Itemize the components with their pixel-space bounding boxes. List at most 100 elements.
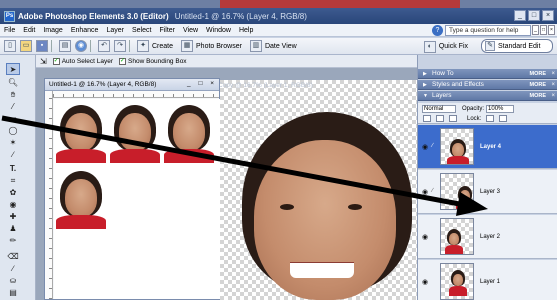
type-tool-icon[interactable]: T. <box>6 163 20 175</box>
doc-restore-button[interactable]: □ <box>540 25 547 35</box>
auto-select-layer-label: Auto Select Layer <box>61 57 114 65</box>
lock-transparency-icon[interactable] <box>486 115 495 122</box>
help-search-input[interactable]: Type a question for help <box>445 25 531 36</box>
visibility-eye-icon[interactable]: ◉ <box>422 233 428 241</box>
lasso-tool-icon[interactable]: ◯ <box>6 125 20 137</box>
portrait-copy-1[interactable] <box>56 101 106 163</box>
visibility-eye-icon[interactable]: ◉ <box>422 143 428 151</box>
layer-name[interactable]: Layer 4 <box>480 144 501 150</box>
layer-row-4[interactable]: ◉ ∕ Layer 4 <box>418 125 557 169</box>
gradient-tool-icon[interactable]: ▤ <box>6 287 20 299</box>
selection-brush-tool-icon[interactable]: ∕ <box>6 149 20 161</box>
layer-name[interactable]: Layer 2 <box>480 234 500 240</box>
show-bounding-box-checkbox[interactable]: ✓ <box>119 57 127 65</box>
portrait-copy-3[interactable] <box>164 101 214 163</box>
doc-close-button[interactable]: × <box>548 25 555 35</box>
menu-help[interactable]: Help <box>235 27 257 34</box>
expand-triangle-icon[interactable]: ▶ <box>423 71 427 77</box>
create-button[interactable]: Create <box>152 43 173 50</box>
save-icon[interactable]: ▪ <box>36 40 48 52</box>
portrait-copy-2[interactable] <box>110 101 160 163</box>
opacity-input[interactable]: 100% <box>486 104 515 113</box>
document-canvas[interactable] <box>54 99 220 299</box>
paint-bucket-tool-icon[interactable]: ⛀ <box>6 275 20 287</box>
menu-window[interactable]: Window <box>202 27 235 34</box>
new-layer-icon[interactable] <box>423 115 431 122</box>
maximize-button[interactable]: □ <box>528 10 540 21</box>
menu-image[interactable]: Image <box>39 27 66 34</box>
minimize-button[interactable]: _ <box>514 10 526 21</box>
marquee-tool-icon[interactable]: ▭ <box>6 113 20 125</box>
visibility-eye-icon[interactable]: ◉ <box>422 278 428 286</box>
how-to-more-button[interactable]: MORE <box>530 71 547 77</box>
magic-wand-tool-icon[interactable]: ✶ <box>6 137 20 149</box>
styles-effects-more-button[interactable]: MORE <box>530 82 547 88</box>
blend-mode-select[interactable]: Normal <box>422 104 456 113</box>
portrait-copy-4[interactable] <box>56 167 106 229</box>
hand-tool-icon[interactable]: ✋︎ <box>6 89 20 101</box>
zoom-tool-icon[interactable]: 🔍︎ <box>6 77 20 89</box>
pencil-tool-icon[interactable]: ✏︎ <box>6 235 20 247</box>
brush-tool-icon[interactable]: ∕ <box>6 263 20 275</box>
menu-enhance[interactable]: Enhance <box>67 27 103 34</box>
move-tool-options-icon[interactable]: ⇲ <box>40 57 47 66</box>
expand-triangle-icon[interactable]: ▶ <box>423 82 427 88</box>
photo-browser-button[interactable]: Photo Browser <box>196 43 242 50</box>
quick-fix-icon: ◐ <box>423 40 436 53</box>
auto-select-layer-checkbox[interactable]: ✓ <box>52 57 60 65</box>
layers-panel-header[interactable]: ▼ Layers MORE × <box>418 91 557 101</box>
quick-fix-button[interactable]: ◐ Quick Fix <box>423 40 472 53</box>
layer-row-3[interactable]: ◉ ∕ Layer 3 <box>418 170 557 214</box>
new-file-icon[interactable]: ▯ <box>4 40 16 52</box>
redo-icon[interactable]: ↷ <box>114 40 126 52</box>
clone-stamp-tool-icon[interactable]: ♟ <box>6 223 20 235</box>
face <box>119 113 151 151</box>
standard-edit-icon: ✎ <box>485 41 495 51</box>
close-icon[interactable]: × <box>551 93 555 99</box>
close-button[interactable]: × <box>542 10 554 21</box>
layer-name[interactable]: Layer 1 <box>480 279 500 285</box>
eyedropper-tool-icon[interactable]: ⁄ <box>6 101 20 113</box>
date-view-icon[interactable]: ▥ <box>249 40 262 52</box>
standard-edit-button[interactable]: ✎ Standard Edit <box>481 39 553 53</box>
photo-browser-icon[interactable]: ▦ <box>181 40 194 52</box>
close-icon[interactable]: × <box>551 82 555 88</box>
lock-all-icon[interactable] <box>499 115 508 122</box>
layer-name[interactable]: Layer 3 <box>480 189 500 195</box>
photoshop-elements-window: Ps Adobe Photoshop Elements 3.0 (Editor)… <box>0 0 557 300</box>
red-eye-tool-icon[interactable]: ◉ <box>6 199 20 211</box>
cookie-cutter-tool-icon[interactable]: ✿ <box>6 187 20 199</box>
open-icon[interactable]: ▭ <box>20 40 32 52</box>
menu-filter[interactable]: Filter <box>155 27 179 34</box>
doc-minimize-button[interactable]: _ <box>532 25 539 35</box>
styles-effects-panel-header[interactable]: ▶ Styles and Effects MORE × <box>418 80 557 90</box>
title-bar: Ps Adobe Photoshop Elements 3.0 (Editor)… <box>0 8 557 24</box>
collapse-triangle-icon[interactable]: ▼ <box>423 93 428 99</box>
eraser-tool-icon[interactable]: ⌫ <box>6 251 20 263</box>
adjustment-layer-icon[interactable] <box>436 115 444 122</box>
undo-icon[interactable]: ↶ <box>98 40 110 52</box>
print-icon[interactable]: ▤ <box>59 40 71 52</box>
move-tool-icon[interactable]: ➤ <box>6 63 20 75</box>
document-window-controls[interactable]: _ □ × <box>187 80 217 87</box>
menu-file[interactable]: File <box>0 27 19 34</box>
date-view-button[interactable]: Date View <box>265 43 297 50</box>
visibility-eye-icon[interactable]: ◉ <box>422 188 428 196</box>
create-icon[interactable]: ✦ <box>137 40 149 52</box>
menu-edit[interactable]: Edit <box>19 27 39 34</box>
how-to-panel-header[interactable]: ▶ How To MORE × <box>418 69 557 79</box>
layers-more-button[interactable]: MORE <box>530 93 547 99</box>
menu-layer[interactable]: Layer <box>102 27 128 34</box>
menu-view[interactable]: View <box>179 27 202 34</box>
horizontal-ruler <box>53 91 219 98</box>
document-title-bar[interactable]: Untitled-1 @ 16.7% (Layer 4, RGB/8) _ □ … <box>45 79 219 91</box>
crop-tool-icon[interactable]: ⌗ <box>6 175 20 187</box>
email-icon[interactable]: ◉ <box>75 40 87 52</box>
document-window-untitled-1[interactable]: Untitled-1 @ 16.7% (Layer 4, RGB/8) _ □ … <box>44 78 220 300</box>
menu-select[interactable]: Select <box>128 27 155 34</box>
delete-layer-icon[interactable] <box>449 115 457 122</box>
layer-row-1[interactable]: ◉ Layer 1 <box>418 260 557 300</box>
close-icon[interactable]: × <box>551 71 555 77</box>
healing-brush-tool-icon[interactable]: ✚ <box>6 211 20 223</box>
layer-row-2[interactable]: ◉ Layer 2 <box>418 215 557 259</box>
